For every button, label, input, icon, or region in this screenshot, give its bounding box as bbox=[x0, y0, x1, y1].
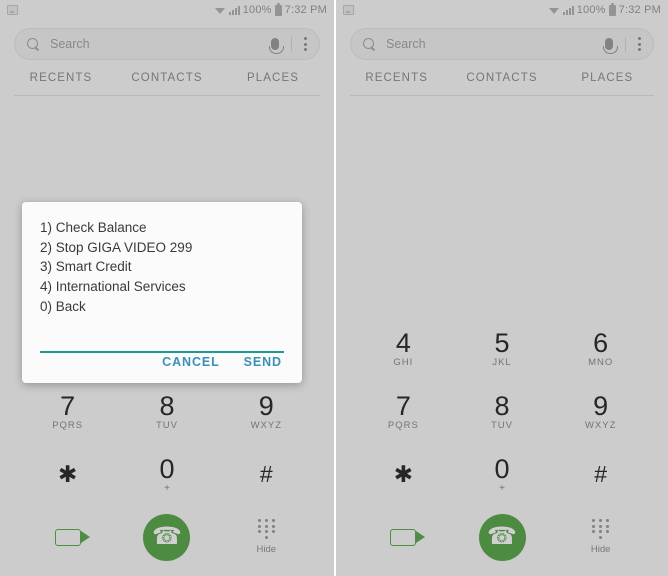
right-phone-screenshot: 100% 7:32 PM Search RECENTS CONTACTS PLA… bbox=[334, 0, 668, 576]
ussd-menu-line-1: 1) Check Balance bbox=[40, 220, 147, 235]
ussd-reply-underline bbox=[40, 350, 284, 353]
dual-screenshot-stage: 100% 7:32 PM Search RECENTS CONTACTS PLA… bbox=[0, 0, 668, 576]
ussd-menu-line-5: 0) Back bbox=[40, 298, 86, 314]
cancel-button[interactable]: CANCEL bbox=[162, 355, 219, 369]
ussd-menu-message: 1) Check Balance 2) Stop GIGA VIDEO 299 … bbox=[22, 202, 302, 317]
send-button[interactable]: SEND bbox=[244, 355, 282, 369]
ussd-menu-line-2: 2) Stop GIGA VIDEO 299 bbox=[40, 239, 193, 255]
ussd-menu-line-3: 3) Smart Credit bbox=[40, 259, 132, 275]
left-phone-screenshot: 100% 7:32 PM Search RECENTS CONTACTS PLA… bbox=[0, 0, 334, 576]
ussd-menu-dialog: 1) Check Balance 2) Stop GIGA VIDEO 299 … bbox=[22, 202, 302, 383]
right-dialog-scrim[interactable] bbox=[336, 0, 668, 576]
ussd-menu-line-4: 4) International Services bbox=[40, 279, 186, 295]
ussd-menu-actions: CANCEL SEND bbox=[22, 355, 302, 383]
ussd-reply-input[interactable] bbox=[40, 350, 284, 353]
